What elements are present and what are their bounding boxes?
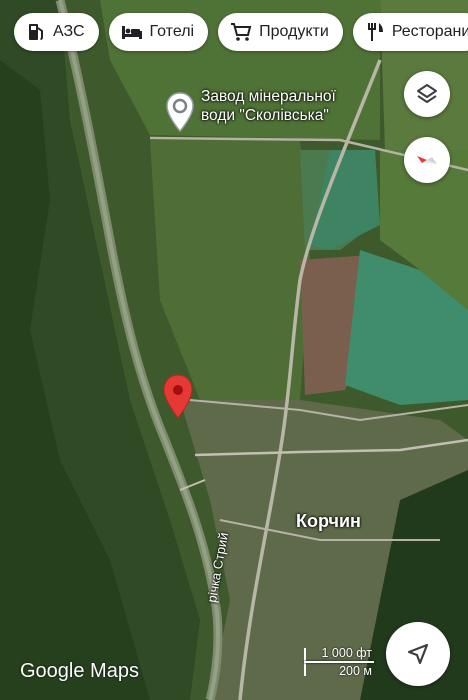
- filter-chip-groceries[interactable]: Продукти: [218, 13, 343, 51]
- place-icon: [172, 98, 188, 114]
- filter-chip-label: Продукти: [259, 23, 329, 40]
- layers-icon: [417, 84, 437, 103]
- scale-bar: 1 000 фт 200 м: [304, 642, 376, 678]
- filter-chip-label: Ресторани: [391, 23, 468, 40]
- restaurant-icon: [367, 23, 383, 41]
- category-filter-row: АЗС Готелі Продукти Ресторани: [14, 13, 468, 51]
- bed-icon: [121, 26, 142, 39]
- google-maps-logo: Google Maps: [20, 660, 139, 682]
- compass-button[interactable]: [404, 137, 450, 183]
- poi-label[interactable]: Завод мінеральної води "Сколівська": [201, 87, 336, 125]
- filter-chip-restaurants[interactable]: Ресторани: [352, 13, 468, 51]
- place-marker[interactable]: [165, 91, 195, 135]
- navigate-button[interactable]: [386, 622, 450, 686]
- scale-feet: 1 000 фт: [321, 646, 373, 660]
- scale-line: [304, 661, 374, 663]
- shopping-cart-icon: [231, 23, 252, 41]
- gas-station-icon: [29, 24, 43, 40]
- filter-chip-gas-station[interactable]: АЗС: [14, 13, 99, 51]
- compass-icon: [417, 156, 437, 164]
- poi-label-line2: води "Сколівська": [201, 107, 329, 124]
- poi-label-line1: Завод мінеральної: [201, 88, 336, 105]
- town-label[interactable]: Корчин: [296, 511, 361, 532]
- filter-chip-hotels[interactable]: Готелі: [108, 13, 209, 51]
- scale-meters: 200 м: [339, 664, 372, 678]
- navigation-arrow-icon: [407, 643, 429, 665]
- layers-button[interactable]: [404, 71, 450, 117]
- dropped-pin-icon[interactable]: [162, 374, 194, 420]
- filter-chip-label: АЗС: [53, 23, 85, 40]
- filter-chip-label: Готелі: [149, 23, 195, 40]
